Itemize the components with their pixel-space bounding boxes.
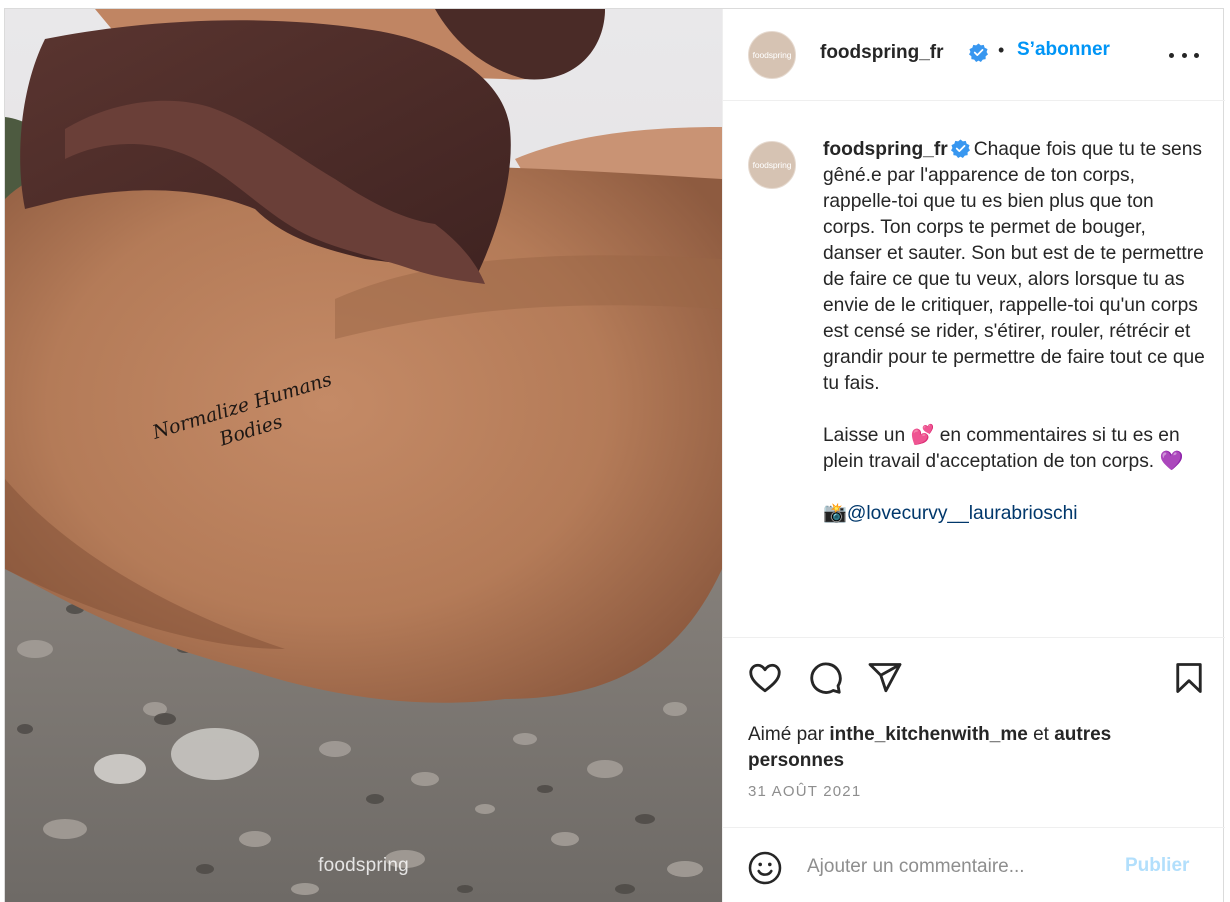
post-header: foodspring foodspring_fr • S’abonner xyxy=(723,9,1225,101)
post-photo[interactable]: Normalize Humans Bodies foodspring xyxy=(5,9,722,902)
paper-plane-icon[interactable] xyxy=(867,660,903,696)
post-date[interactable]: 31 AOÛT 2021 xyxy=(748,783,861,800)
photo-illustration: Normalize Humans Bodies xyxy=(5,9,722,902)
likes-prefix: Aimé par xyxy=(748,724,830,745)
caption-section: foodspring foodspring_fr Chaque fois que… xyxy=(723,101,1225,637)
follow-button[interactable]: S’abonner xyxy=(1017,39,1110,61)
smiley-icon[interactable] xyxy=(747,850,783,886)
photo-credit-mention[interactable]: @lovecurvy__laurabrioschi xyxy=(847,503,1078,524)
verified-badge-icon xyxy=(950,139,970,158)
caption-paragraph-1: Chaque fois que tu te sens gêné.e par l'… xyxy=(823,139,1205,394)
account-username[interactable]: foodspring_fr xyxy=(820,42,944,64)
verified-badge-icon xyxy=(969,43,988,62)
heart-icon[interactable] xyxy=(747,660,783,696)
post-caption: foodspring_fr Chaque fois que tu te sens… xyxy=(823,137,1205,527)
likes-summary: Aimé par inthe_kitchenwith_me et autres … xyxy=(748,722,1168,774)
account-avatar[interactable]: foodspring xyxy=(748,31,796,79)
comment-input[interactable] xyxy=(807,850,1107,884)
post-window: Normalize Humans Bodies foodspring foods… xyxy=(4,8,1225,902)
post-actions: Aimé par inthe_kitchenwith_me et autres … xyxy=(723,637,1225,827)
publish-button[interactable]: Publier xyxy=(1125,855,1189,877)
comment-bubble-icon[interactable] xyxy=(807,660,843,696)
comment-bar: Publier xyxy=(723,827,1225,902)
caption-avatar[interactable]: foodspring xyxy=(748,141,796,189)
caption-paragraph-2: Laisse un 💕 en commentaires si tu es en … xyxy=(823,425,1184,472)
header-separator: • xyxy=(998,40,1005,60)
camera-emoji: 📸 xyxy=(823,503,847,524)
avatar-text: foodspring xyxy=(752,50,792,60)
caption-username[interactable]: foodspring_fr xyxy=(823,139,948,160)
likes-connector: et xyxy=(1027,724,1055,745)
caption-avatar-text: foodspring xyxy=(752,160,792,170)
photo-watermark: foodspring xyxy=(318,855,409,876)
post-side-panel: foodspring foodspring_fr • S’abonner foo… xyxy=(722,9,1225,902)
more-options-icon[interactable] xyxy=(1169,45,1199,65)
bookmark-icon[interactable] xyxy=(1171,660,1207,696)
liker-username[interactable]: inthe_kitchenwith_me xyxy=(829,724,1028,745)
